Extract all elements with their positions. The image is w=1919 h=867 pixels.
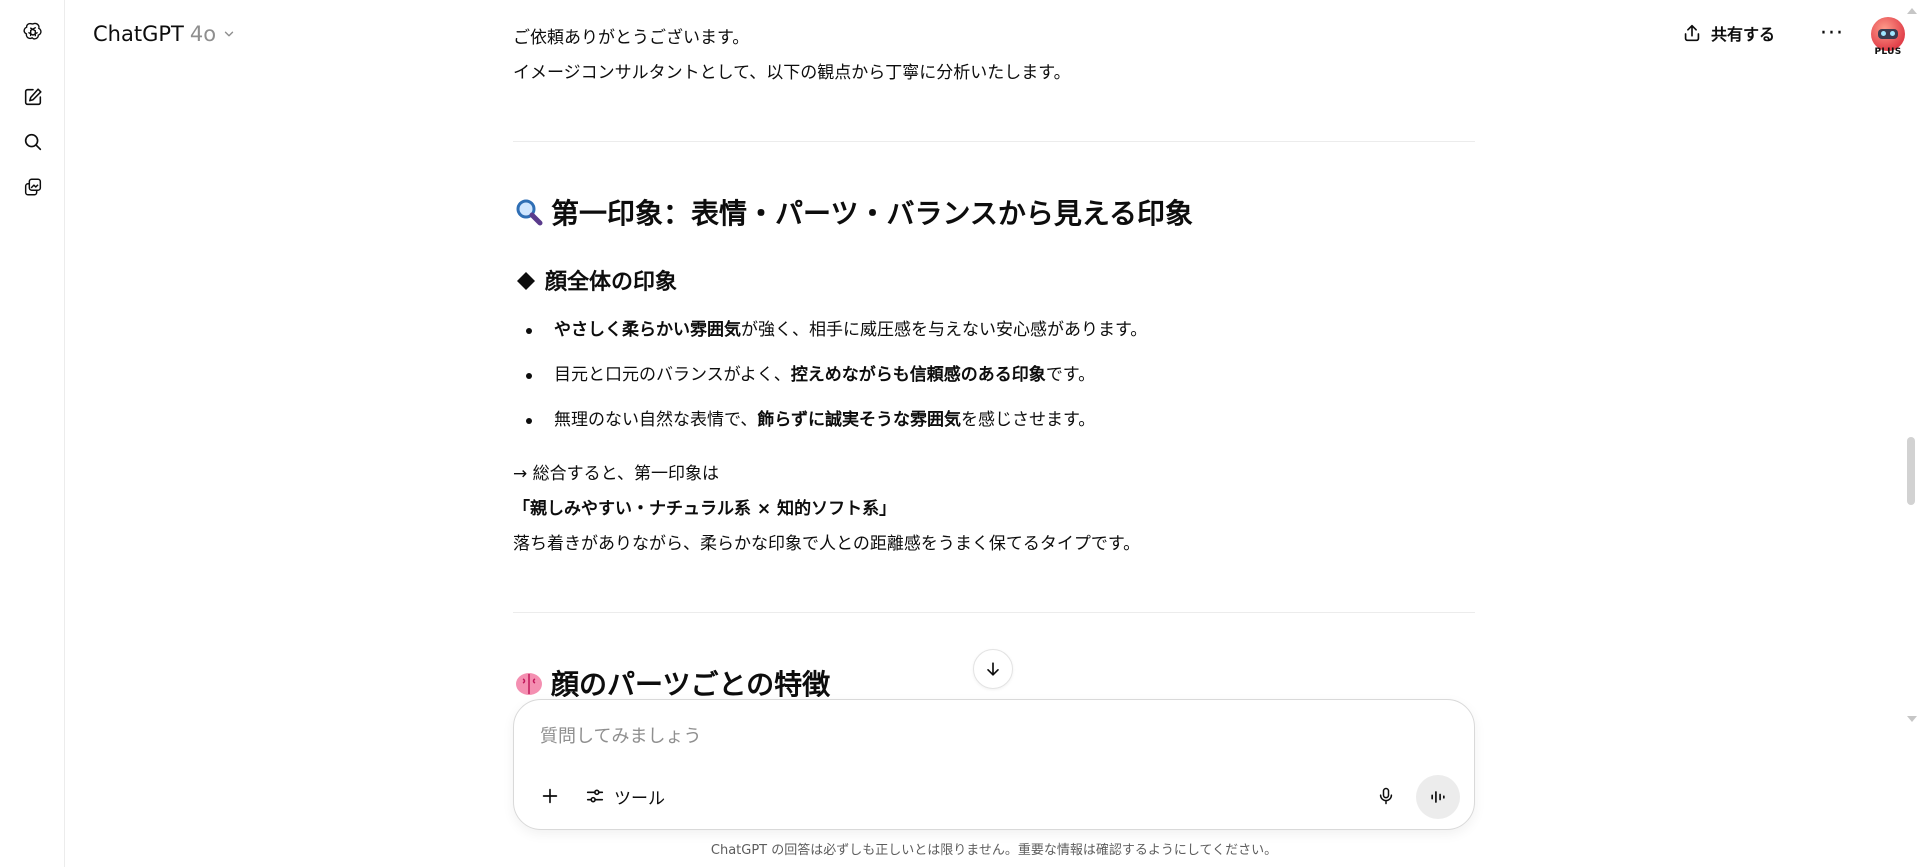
sliders-icon — [586, 789, 604, 803]
left-rail — [0, 0, 65, 867]
chevron-down-icon — [224, 31, 234, 37]
scroll-down-arrow-icon[interactable] — [1907, 716, 1917, 722]
share-icon — [1684, 24, 1700, 42]
summary-line-1: → 総合すると、第一印象は — [513, 464, 719, 484]
intro-line-2: イメージコンサルタントとして、以下の観点から丁寧に分析いたします。 — [513, 63, 1071, 83]
avatar[interactable] — [1871, 17, 1905, 51]
section-heading-face-parts: 顔のパーツごとの特徴 — [513, 663, 830, 697]
list-item: 無理のない自然な表情で、飾らずに誠実そうな雰囲気を感じさせます。 — [513, 398, 1147, 443]
scroll-up-arrow-icon[interactable] — [1907, 8, 1917, 14]
intro-line-1: ご依頼ありがとうございます。 — [513, 28, 750, 48]
more-options-button[interactable]: ··· — [1815, 16, 1849, 50]
summary-block: → 総合すると、第一印象は 「親しみやすい・ナチュラル系 × 知的ソフト系」 落… — [513, 457, 1140, 562]
library-icon[interactable] — [17, 171, 49, 203]
brain-icon — [513, 667, 545, 697]
model-name: ChatGPT — [93, 22, 184, 46]
conversation: ご依頼ありがとうございます。 イメージコンサルタントとして、以下の観点から丁寧に… — [513, 0, 1475, 697]
scrollbar[interactable] — [1903, 0, 1919, 867]
plus-badge: PLUS — [1874, 47, 1902, 57]
voice-mode-button[interactable] — [1416, 775, 1460, 819]
prompt-input[interactable] — [540, 720, 1420, 752]
scrollbar-thumb[interactable] — [1907, 437, 1915, 505]
composer: ツール — [513, 699, 1475, 830]
arrow-down-icon — [987, 662, 999, 676]
tools-label: ツール — [614, 788, 665, 809]
share-button[interactable]: 共有する — [1671, 16, 1785, 50]
impression-list: やさしく柔らかい雰囲気が強く、相手に威圧感を与えない安心感があります。 目元と口… — [513, 308, 1147, 443]
share-label: 共有する — [1710, 25, 1775, 44]
voice-wave-icon — [1431, 791, 1445, 803]
attach-button[interactable] — [532, 778, 568, 814]
divider — [513, 612, 1475, 613]
magnifying-glass-icon — [513, 196, 545, 228]
new-chat-icon[interactable] — [17, 81, 49, 113]
scroll-to-bottom-button[interactable] — [973, 649, 1013, 689]
chatgpt-app: ChatGPT 4o 共有する ··· PLUS ご依頼ありがとうございます。 … — [0, 0, 1919, 867]
ellipsis-icon: ··· — [1820, 20, 1844, 46]
avatar-image — [1878, 29, 1898, 39]
openai-logo-icon[interactable] — [17, 16, 49, 48]
list-item: やさしく柔らかい雰囲気が強く、相手に威圧感を与えない安心感があります。 — [513, 308, 1147, 353]
tools-button[interactable]: ツール — [576, 778, 673, 814]
divider — [513, 141, 1475, 142]
section-title: 顔のパーツごとの特徴 — [551, 668, 831, 697]
summary-line-3: 落ち着きがありながら、柔らかな印象で人との距離感をうまく保てるタイプです。 — [513, 534, 1141, 554]
section-heading-first-impression: 第一印象：表情・パーツ・バランスから見える印象 — [513, 192, 1193, 232]
subsection-heading: 顔全体の印象 — [513, 264, 677, 296]
subsection-title: 顔全体の印象 — [545, 270, 678, 295]
dictate-button[interactable] — [1368, 778, 1404, 814]
section-title: 第一印象：表情・パーツ・バランスから見える印象 — [551, 197, 1194, 230]
disclaimer: ChatGPT の回答は必ずしも正しいとは限りません。重要な情報は確認するように… — [710, 843, 1278, 858]
model-version: 4o — [189, 22, 217, 46]
model-switcher[interactable]: ChatGPT 4o — [87, 18, 242, 50]
search-icon[interactable] — [17, 126, 49, 158]
microphone-icon — [1379, 787, 1393, 805]
plus-icon — [542, 788, 558, 804]
list-item: 目元と口元のバランスがよく、控えめながらも信頼感のある印象です。 — [513, 353, 1147, 398]
summary-line-2: 「親しみやすい・ナチュラル系 × 知的ソフト系」 — [513, 499, 897, 519]
black-diamond-icon — [517, 271, 535, 290]
